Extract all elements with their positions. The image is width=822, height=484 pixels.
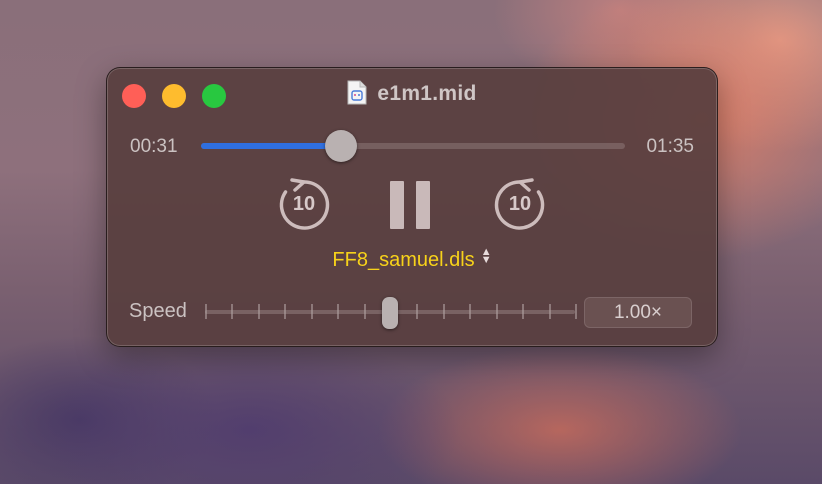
window-title-bar: e1m1.mid — [107, 80, 717, 106]
skip-back-seconds: 10 — [292, 193, 316, 215]
pause-icon — [390, 181, 404, 229]
player-window: e1m1.mid 00:31 01:35 10 10 FF8_samuel.dl… — [106, 67, 718, 347]
speed-tick-mark — [495, 304, 498, 319]
speed-tick-mark — [310, 304, 313, 319]
window-title: e1m1.mid — [377, 82, 477, 105]
speed-tick-mark — [469, 304, 472, 319]
speed-tick-mark — [548, 304, 551, 319]
total-time: 01:35 — [646, 136, 694, 157]
speed-tick-mark — [442, 304, 445, 319]
speed-tick-mark — [205, 304, 207, 319]
skip-forward-10-button[interactable]: 10 — [493, 178, 547, 232]
pause-button[interactable] — [388, 181, 434, 231]
speed-slider[interactable] — [205, 297, 577, 329]
speed-tick-mark — [575, 304, 577, 319]
soundfont-name: FF8_samuel.dls — [332, 249, 475, 271]
speed-tick-mark — [337, 304, 340, 319]
speed-slider-knob[interactable] — [382, 297, 398, 329]
skip-forward-seconds: 10 — [508, 193, 532, 215]
midi-document-icon — [347, 80, 367, 105]
speed-value-field[interactable]: 1.00× — [584, 297, 692, 328]
skip-back-10-button[interactable]: 10 — [277, 178, 331, 232]
speed-tick-mark — [416, 304, 419, 319]
soundfont-selector[interactable]: FF8_samuel.dls ▲ ▼ — [107, 246, 717, 272]
seek-slider-knob[interactable] — [324, 130, 357, 162]
elapsed-time: 00:31 — [130, 136, 178, 157]
pause-icon-bar — [416, 181, 430, 229]
speed-label: Speed — [129, 300, 187, 322]
speed-tick-mark — [257, 304, 260, 319]
up-down-chevron-icon: ▲ ▼ — [480, 246, 492, 266]
seek-slider[interactable] — [201, 130, 625, 162]
speed-tick-mark — [231, 304, 234, 319]
speed-tick-mark — [284, 304, 287, 319]
seek-progress-fill — [201, 143, 341, 149]
speed-tick-mark — [522, 304, 525, 319]
speed-tick-mark — [363, 304, 366, 319]
